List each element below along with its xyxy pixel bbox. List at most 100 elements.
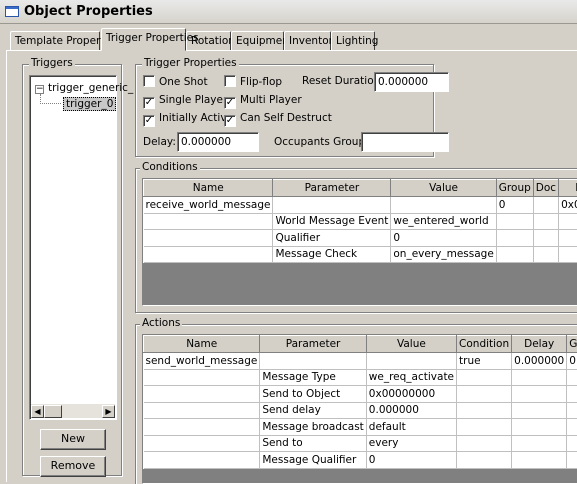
- table-cell[interactable]: receive_world_message: [144, 197, 273, 214]
- scroll-right-icon[interactable]: ▶: [102, 405, 115, 418]
- title-bar[interactable]: Object Properties: [0, 0, 577, 24]
- table-cell[interactable]: 0: [391, 230, 496, 247]
- table-cell[interactable]: Send to Object: [260, 386, 366, 403]
- table-cell[interactable]: [144, 452, 260, 469]
- table-cell[interactable]: [533, 213, 558, 230]
- table-cell[interactable]: [559, 230, 577, 247]
- tab-template-properties[interactable]: Template Properties: [10, 31, 100, 50]
- column-header[interactable]: Group: [496, 180, 533, 197]
- table-cell[interactable]: [567, 452, 577, 469]
- column-header[interactable]: Name: [144, 180, 273, 197]
- check-icon[interactable]: ✓: [143, 115, 155, 127]
- table-cell[interactable]: Send delay: [260, 402, 366, 419]
- table-cell[interactable]: [496, 246, 533, 263]
- table-cell[interactable]: [512, 369, 567, 386]
- table-cell[interactable]: [366, 353, 456, 370]
- table-cell[interactable]: [273, 197, 391, 214]
- table-cell[interactable]: [496, 230, 533, 247]
- condition-row[interactable]: World Message Eventwe_entered_world: [144, 213, 577, 230]
- one-shot-checkbox[interactable]: One Shot: [143, 75, 208, 88]
- action-row[interactable]: send_world_message true0.0000000: [144, 353, 577, 370]
- table-cell[interactable]: true: [457, 353, 512, 370]
- action-row[interactable]: Send toevery: [144, 435, 577, 452]
- table-cell[interactable]: we_entered_world: [391, 213, 496, 230]
- table-cell[interactable]: 0.000000: [512, 353, 567, 370]
- table-cell[interactable]: [144, 419, 260, 436]
- table-cell[interactable]: Send to: [260, 435, 366, 452]
- column-header[interactable]: Condition: [457, 336, 512, 353]
- action-row[interactable]: Send delay0.000000: [144, 402, 577, 419]
- table-cell[interactable]: 0: [567, 353, 577, 370]
- table-cell[interactable]: [144, 369, 260, 386]
- checkbox-box[interactable]: [224, 75, 236, 87]
- table-cell[interactable]: [512, 435, 567, 452]
- table-cell[interactable]: 0: [496, 197, 533, 214]
- table-cell[interactable]: [457, 386, 512, 403]
- column-header[interactable]: Parameter: [273, 180, 391, 197]
- table-cell[interactable]: [559, 213, 577, 230]
- table-cell[interactable]: [567, 419, 577, 436]
- column-header[interactable]: Value: [391, 180, 496, 197]
- tree-item-trigger-generic[interactable]: trigger_generic_: [48, 82, 133, 94]
- action-row[interactable]: Message broadcastdefault: [144, 419, 577, 436]
- table-cell[interactable]: Qualifier: [273, 230, 391, 247]
- table-cell[interactable]: [457, 419, 512, 436]
- action-row[interactable]: Send to Object0x00000000: [144, 386, 577, 403]
- check-icon[interactable]: ✓: [224, 97, 236, 109]
- table-cell[interactable]: [144, 435, 260, 452]
- table-cell[interactable]: [512, 402, 567, 419]
- table-cell[interactable]: send_world_message: [144, 353, 260, 370]
- table-cell[interactable]: [457, 369, 512, 386]
- table-cell[interactable]: we_req_activate: [366, 369, 456, 386]
- collapse-icon[interactable]: −: [35, 85, 44, 94]
- table-cell[interactable]: [512, 452, 567, 469]
- table-cell[interactable]: [559, 246, 577, 263]
- column-header[interactable]: ID: [559, 180, 577, 197]
- table-cell[interactable]: [533, 230, 558, 247]
- new-trigger-button[interactable]: New: [40, 429, 106, 450]
- table-cell[interactable]: [512, 386, 567, 403]
- table-cell[interactable]: [512, 419, 567, 436]
- initially-active-checkbox[interactable]: ✓Initially Active: [143, 112, 233, 127]
- table-cell[interactable]: [457, 452, 512, 469]
- tab-lighting[interactable]: Lighting: [331, 31, 375, 50]
- actions-grid[interactable]: NameParameterValueConditionDelayGroupDoc…: [142, 334, 577, 484]
- reset-duration-field[interactable]: 0.000000: [374, 72, 449, 92]
- table-cell[interactable]: [567, 402, 577, 419]
- column-header[interactable]: Group: [567, 336, 577, 353]
- table-cell[interactable]: [533, 246, 558, 263]
- condition-row[interactable]: Message Checkon_every_message: [144, 246, 577, 263]
- condition-row[interactable]: receive_world_message 0 0x0001: [144, 197, 577, 214]
- check-icon[interactable]: ✓: [224, 115, 236, 127]
- conditions-grid[interactable]: NameParameterValueGroupDocID receive_wor…: [142, 178, 577, 306]
- tree-item-trigger-0[interactable]: trigger_0: [63, 97, 116, 111]
- table-cell[interactable]: Message broadcast: [260, 419, 366, 436]
- table-cell[interactable]: World Message Event: [273, 213, 391, 230]
- action-row[interactable]: Message Qualifier0: [144, 452, 577, 469]
- single-player-checkbox[interactable]: ✓Single Player: [143, 94, 227, 109]
- table-cell[interactable]: [260, 353, 366, 370]
- tab-equipment[interactable]: Equipment: [231, 31, 284, 50]
- table-cell[interactable]: 0x0001: [559, 197, 577, 214]
- delay-field[interactable]: 0.000000: [177, 132, 259, 152]
- trigger-tree[interactable]: − trigger_generic_ trigger_0 ◀ ▶: [29, 75, 117, 420]
- table-cell[interactable]: [144, 402, 260, 419]
- table-cell[interactable]: 0: [366, 452, 456, 469]
- multi-player-checkbox[interactable]: ✓Multi Player: [224, 94, 302, 109]
- table-cell[interactable]: [144, 230, 273, 247]
- checkbox-box[interactable]: [143, 75, 155, 87]
- tab-inventory[interactable]: Inventory: [284, 31, 331, 50]
- table-cell[interactable]: [457, 435, 512, 452]
- table-cell[interactable]: Message Qualifier: [260, 452, 366, 469]
- table-cell[interactable]: [533, 197, 558, 214]
- table-cell[interactable]: 0.000000: [366, 402, 456, 419]
- flip-flop-checkbox[interactable]: Flip-flop: [224, 75, 282, 88]
- action-row[interactable]: Message Typewe_req_activate: [144, 369, 577, 386]
- check-icon[interactable]: ✓: [143, 97, 155, 109]
- can-self-destruct-checkbox[interactable]: ✓Can Self Destruct: [224, 112, 332, 127]
- table-cell[interactable]: 0x00000000: [366, 386, 456, 403]
- table-cell[interactable]: Message Check: [273, 246, 391, 263]
- remove-trigger-button[interactable]: Remove: [40, 456, 106, 477]
- table-cell[interactable]: [567, 386, 577, 403]
- table-cell[interactable]: Message Type: [260, 369, 366, 386]
